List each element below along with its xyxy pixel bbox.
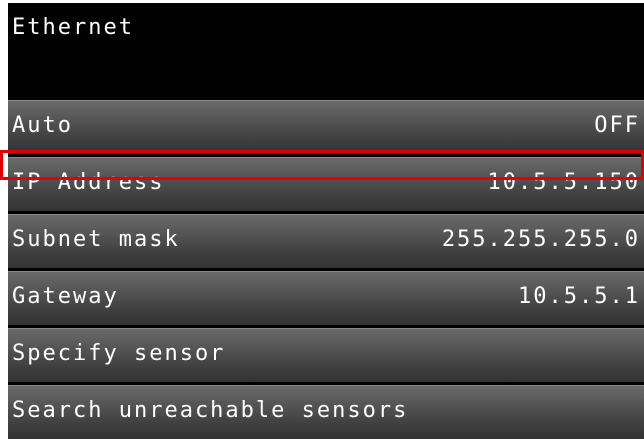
setting-value: 10.5.5.150: [487, 170, 640, 195]
setting-label: IP Address: [12, 170, 165, 195]
ethernet-settings-screen: Ethernet Auto OFF IP Address 10.5.5.150 …: [8, 3, 644, 439]
setting-value: 10.5.5.1: [518, 284, 640, 309]
setting-label: Subnet mask: [12, 227, 180, 252]
page-title: Ethernet: [12, 15, 134, 40]
setting-row-specify-sensor[interactable]: Specify sensor: [8, 328, 644, 382]
setting-label: Auto: [12, 113, 73, 138]
settings-list: Auto OFF IP Address 10.5.5.150 Subnet ma…: [8, 100, 644, 439]
setting-label: Gateway: [12, 284, 119, 309]
setting-row-ip-address[interactable]: IP Address 10.5.5.150: [8, 157, 644, 211]
setting-label: Search unreachable sensors: [12, 398, 409, 423]
setting-row-gateway[interactable]: Gateway 10.5.5.1: [8, 271, 644, 325]
title-bar: Ethernet: [8, 3, 644, 100]
setting-label: Specify sensor: [12, 341, 226, 366]
setting-row-search-unreachable-sensors[interactable]: Search unreachable sensors: [8, 385, 644, 439]
setting-value: OFF: [594, 113, 640, 138]
setting-row-subnet-mask[interactable]: Subnet mask 255.255.255.0: [8, 214, 644, 268]
setting-row-auto[interactable]: Auto OFF: [8, 100, 644, 154]
setting-value: 255.255.255.0: [441, 227, 640, 252]
